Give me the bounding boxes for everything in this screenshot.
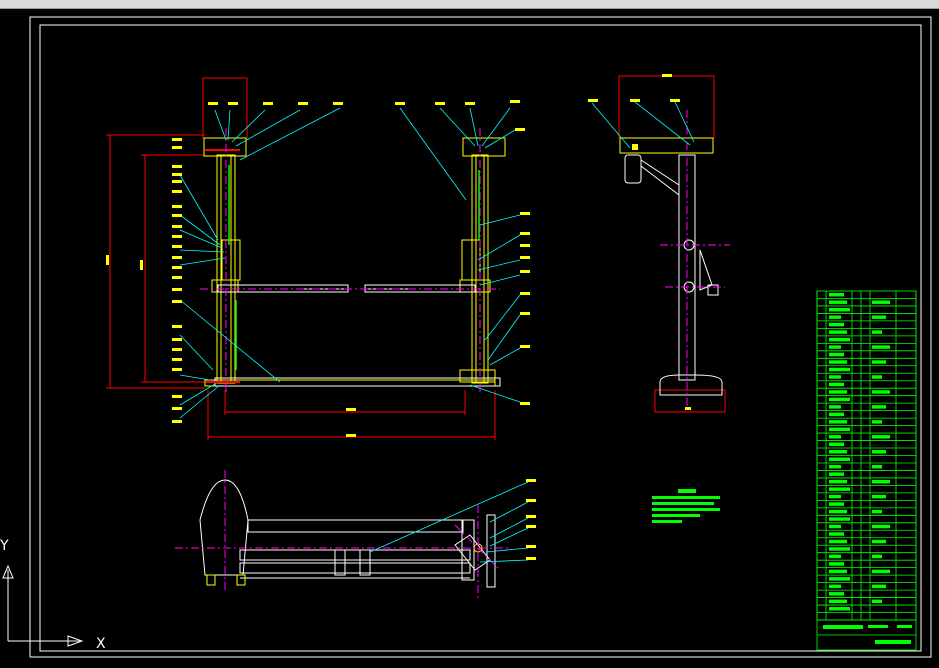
parts-list-cell [829,457,850,461]
parts-list-cell [872,405,886,409]
parts-list-cell [829,584,841,589]
parts-list-cell [829,405,841,409]
parts-list-cell [872,464,882,469]
parts-list-cell [829,307,850,312]
parts-list-cell [829,464,841,469]
parts-list-cell [829,412,844,417]
parts-list-cell [829,494,841,499]
top-view [175,470,536,600]
parts-list-cell [872,539,886,544]
parts-list-cell [829,322,844,327]
technical-requirements-note [652,489,720,523]
parts-list-cell [829,360,847,364]
parts-list-cell [829,502,844,506]
parts-list-cell [829,487,850,491]
parts-list-cell [829,293,844,297]
parts-list-cell [872,345,890,349]
parts-list-cell [872,315,886,319]
parts-list-cell [829,472,844,476]
parts-list-table [816,290,917,621]
parts-list-cell [829,577,850,581]
ucs-y-label: Y [0,538,9,554]
parts-list-cell [829,554,841,559]
parts-list-cell [829,599,847,604]
parts-list-cell [829,382,844,387]
parts-list-cell [872,330,882,334]
parts-list-cell [829,420,847,424]
cad-drawing-canvas[interactable]: Y X [0,9,939,668]
parts-list-cell [829,345,841,349]
ucs-x-label: X [96,636,106,652]
side-view [588,74,730,413]
parts-list-cell [829,337,850,342]
parts-list-cell [829,479,847,484]
parts-list-cell [872,435,890,439]
parts-list-cell [829,509,847,514]
title-block [816,619,917,651]
parts-list-cell [872,450,886,454]
parts-list-cell [872,300,890,304]
parts-list-cell [829,330,847,334]
parts-list-cell [829,569,847,574]
window-title-bar [0,0,939,9]
parts-list-cell [872,599,882,604]
parts-list-cell [829,592,844,596]
parts-list-cell [872,360,886,364]
parts-list-cell [829,524,841,529]
parts-list-cell [872,524,890,529]
parts-list-cell [829,435,841,439]
parts-list-cell [872,569,890,574]
parts-list-cell [829,539,847,544]
command-line [0,662,939,668]
parts-list-cell [872,554,882,559]
parts-list-cell [829,315,841,319]
parts-list-cell [829,375,841,379]
parts-list-cell [829,442,844,447]
parts-list-cell [872,390,890,394]
parts-list-cell [829,562,844,566]
parts-list-cell [872,494,886,499]
parts-list-cell [829,517,850,521]
parts-list-cell [872,420,882,424]
parts-list-cell [829,367,850,372]
parts-list-cell [872,375,882,379]
parts-list-cell [829,607,850,611]
parts-list-cell [872,584,886,589]
parts-list-cell [829,427,850,432]
parts-list-cell [872,509,882,514]
parts-list-cell [829,390,847,394]
front-view [106,77,530,440]
parts-list-cell [872,479,890,484]
parts-list-cell [829,397,850,402]
parts-list-cell [829,352,844,357]
parts-list-cell [829,300,847,304]
ucs-icon: Y X [0,538,106,652]
parts-list-cell [829,532,844,536]
parts-list-cell [829,450,847,454]
parts-list-cell [829,547,850,551]
